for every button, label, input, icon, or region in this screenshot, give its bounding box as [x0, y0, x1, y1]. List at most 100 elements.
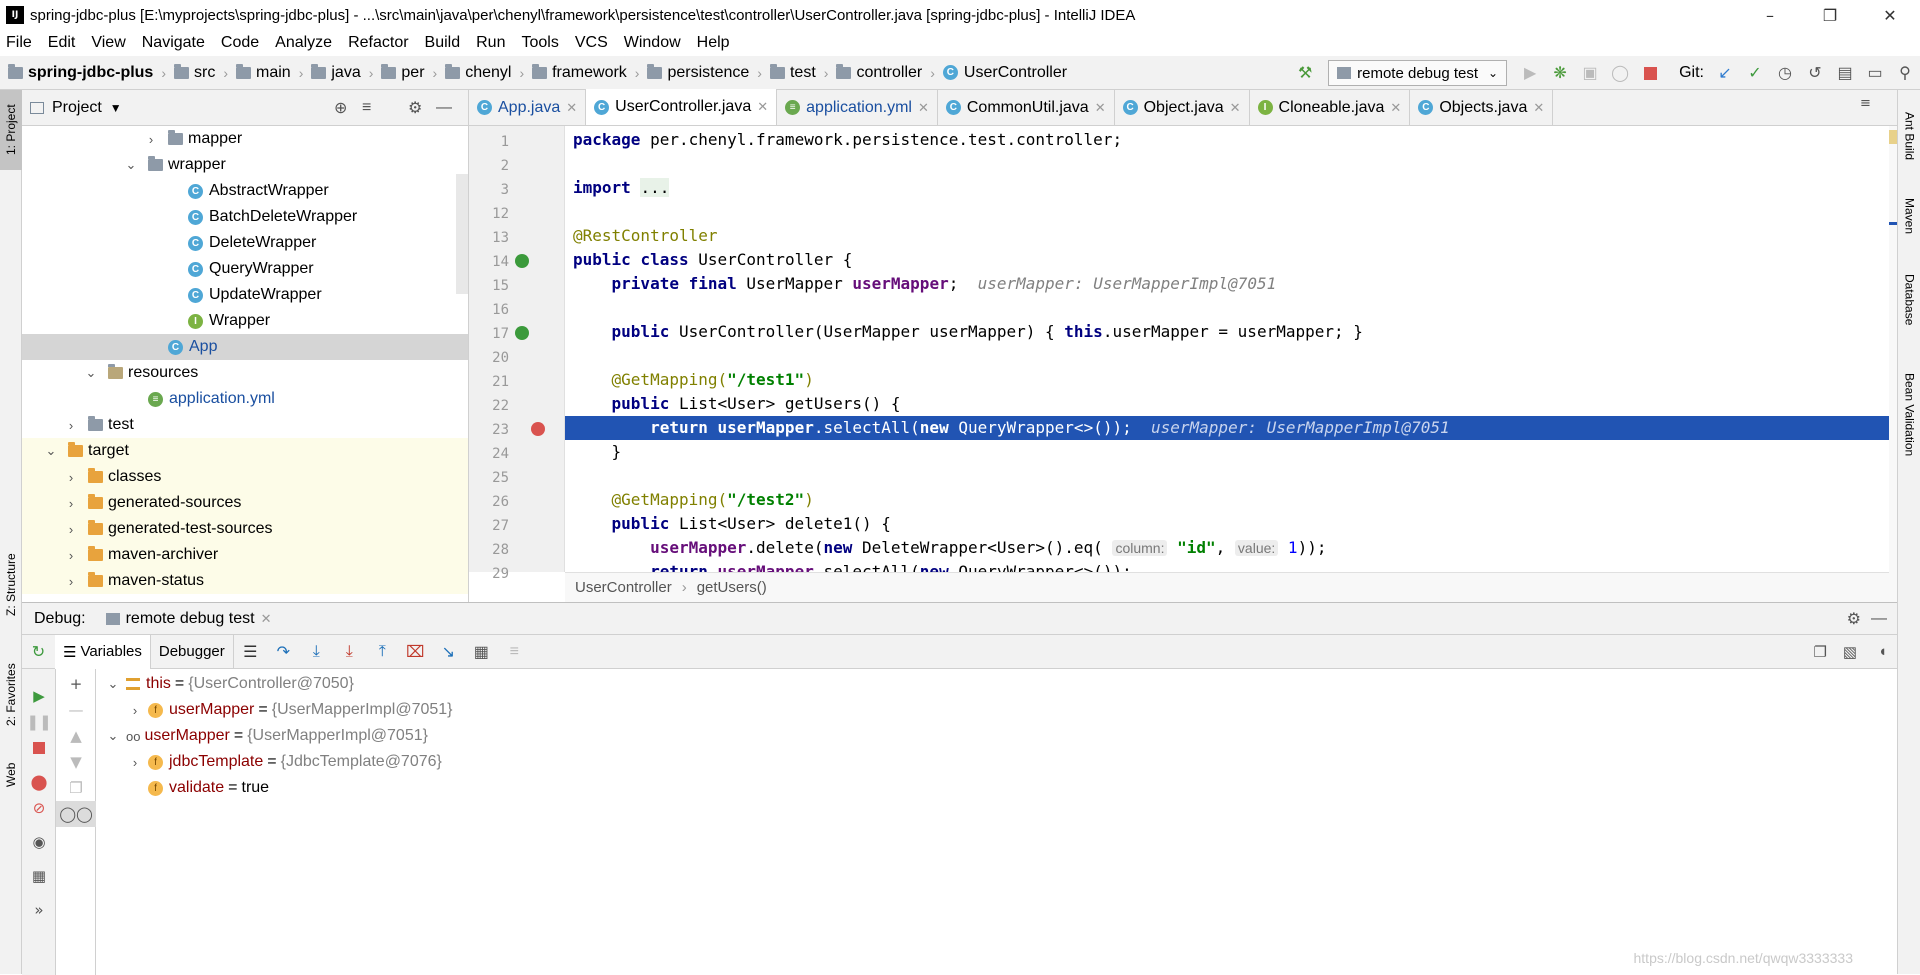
variable-row[interactable]: f validate = true	[128, 775, 269, 801]
tree-item[interactable]: C QueryWrapper	[22, 256, 468, 282]
tree-item[interactable]: I Wrapper	[22, 308, 468, 334]
menu-window[interactable]: Window	[616, 34, 689, 52]
move-up-icon[interactable]: ▲	[56, 723, 96, 749]
run-config-select[interactable]: remote debug test ⌄	[1328, 60, 1508, 86]
minimize-icon[interactable]: –	[1740, 0, 1800, 30]
tree-item[interactable]: C BatchDeleteWrapper	[22, 204, 468, 230]
glasses-icon[interactable]: ◯◯	[56, 801, 96, 827]
close-icon[interactable]: ✕	[918, 100, 929, 116]
stop-icon[interactable]	[22, 735, 56, 761]
drop-frame-icon[interactable]: ⌧	[399, 635, 432, 669]
tool-tab-ant-build[interactable]: Ant Build	[1898, 96, 1920, 176]
pause-icon[interactable]: ❚❚	[22, 709, 56, 735]
impl-icon[interactable]	[515, 326, 529, 340]
chevron-right-icon[interactable]: ›	[64, 496, 78, 511]
copy-icon[interactable]: ❐	[56, 775, 96, 801]
menu-edit[interactable]: Edit	[40, 34, 84, 52]
step-over-icon[interactable]: ↷	[267, 635, 300, 669]
add-watch-icon[interactable]: +	[56, 671, 96, 697]
nav-crumb-controller[interactable]: controller ›	[828, 63, 935, 82]
chevron-right-icon[interactable]: ›	[144, 132, 158, 147]
close-icon[interactable]: ✕	[1860, 0, 1920, 30]
remove-watch-icon[interactable]: —	[56, 697, 96, 723]
run-icon[interactable]: ▶	[1515, 56, 1545, 90]
nav-crumb-per[interactable]: per ›	[373, 63, 437, 82]
chevron-right-icon[interactable]: ›	[128, 703, 142, 718]
editor-tab[interactable]: C Object.java ✕	[1115, 90, 1250, 125]
variable-row[interactable]: › f userMapper = {UserMapperImpl@7051}	[128, 697, 453, 723]
menu-view[interactable]: View	[83, 34, 133, 52]
tree-item[interactable]: C AbstractWrapper	[22, 178, 468, 204]
menu-vcs[interactable]: VCS	[567, 34, 616, 52]
chevron-down-icon[interactable]: ▼	[110, 101, 122, 115]
git-history-icon[interactable]: ◷	[1770, 56, 1800, 90]
nav-crumb-chenyl[interactable]: chenyl ›	[437, 63, 524, 82]
project-view-label[interactable]: Project	[52, 99, 102, 117]
tree-item[interactable]: › mapper	[22, 126, 468, 152]
variable-row[interactable]: ⌄ this = {UserController@7050}	[106, 671, 354, 697]
close-icon[interactable]: ✕	[757, 99, 768, 115]
layout-icon[interactable]: ▦	[22, 863, 56, 889]
tab-variables[interactable]: ☰ Variables	[55, 634, 151, 669]
nav-crumb-src[interactable]: src ›	[166, 63, 228, 82]
editor-tab[interactable]: ≡ application.yml ✕	[777, 90, 938, 125]
nav-crumb-test[interactable]: test ›	[762, 63, 828, 82]
tool-tab-favorites[interactable]: 2: Favorites	[0, 650, 22, 740]
git-rollback-icon[interactable]: ↺	[1800, 56, 1830, 90]
gear-icon[interactable]: ⚙	[408, 90, 422, 126]
chevron-right-icon[interactable]: ›	[128, 755, 142, 770]
presentation-icon[interactable]: ▭	[1860, 56, 1890, 90]
menu-help[interactable]: Help	[689, 34, 738, 52]
chevron-down-icon[interactable]: ⌄	[44, 443, 58, 459]
tree-item[interactable]: C App	[22, 334, 468, 360]
tool-tab-bean-validation[interactable]: Bean Validation	[1898, 350, 1920, 480]
build-hammer-icon[interactable]: ⚒	[1290, 56, 1320, 90]
tool-tab-maven[interactable]: Maven	[1898, 186, 1920, 246]
git-commit-icon[interactable]: ✓	[1740, 56, 1770, 90]
tabs-overflow-icon[interactable]: ≡	[1860, 96, 1871, 111]
chevron-right-icon[interactable]: ›	[64, 470, 78, 485]
close-icon[interactable]: ✕	[1230, 100, 1241, 116]
variable-row[interactable]: › f jdbcTemplate = {JdbcTemplate@7076}	[128, 749, 442, 775]
gear-icon[interactable]: ⚙	[1847, 609, 1861, 629]
tree-item[interactable]: C UpdateWrapper	[22, 282, 468, 308]
breadcrumb-method[interactable]: getUsers()	[697, 579, 767, 596]
chevron-down-icon[interactable]: ⌄	[106, 676, 120, 692]
close-icon[interactable]: ✕	[1095, 100, 1106, 116]
menu-run[interactable]: Run	[468, 34, 513, 52]
show-execution-point-icon[interactable]: ☰	[234, 635, 267, 669]
close-icon[interactable]: ✕	[261, 611, 272, 627]
tool-tab-database[interactable]: Database	[1898, 260, 1920, 340]
debug-icon[interactable]: ❋	[1545, 56, 1575, 90]
warning-marker[interactable]	[1889, 130, 1897, 144]
view-breakpoints-icon[interactable]: ⬤	[22, 769, 56, 795]
tree-item[interactable]: › generated-sources	[22, 490, 468, 516]
editor-tab[interactable]: I Cloneable.java ✕	[1250, 90, 1411, 125]
tree-item[interactable]: › maven-archiver	[22, 542, 468, 568]
nav-crumb-java[interactable]: java ›	[303, 63, 373, 82]
menu-navigate[interactable]: Navigate	[134, 34, 213, 52]
menu-file[interactable]: File	[0, 34, 40, 52]
nav-crumb-main[interactable]: main ›	[228, 63, 303, 82]
tree-item[interactable]: › maven-status	[22, 568, 468, 594]
editor-tab[interactable]: C Objects.java ✕	[1410, 90, 1554, 125]
profile-icon[interactable]: ◯	[1605, 56, 1635, 90]
editor-tab[interactable]: C App.java ✕	[469, 90, 587, 125]
tab-debugger[interactable]: Debugger	[151, 634, 234, 669]
search-icon[interactable]: ⚲	[1890, 56, 1920, 90]
close-icon[interactable]: ✕	[566, 100, 577, 116]
tree-item[interactable]: ⌄ resources	[22, 360, 468, 386]
camera-icon[interactable]: ◉	[22, 829, 56, 855]
resume-icon[interactable]: ▶	[22, 683, 56, 709]
chevron-down-icon[interactable]: ⌄	[124, 157, 138, 173]
close-icon[interactable]: ✕	[1533, 100, 1544, 116]
nav-crumb-persistence[interactable]: persistence ›	[639, 63, 762, 82]
tree-item[interactable]: › generated-test-sources	[22, 516, 468, 542]
debug-session-tab[interactable]: remote debug test ✕	[105, 610, 272, 628]
evaluate-expression-icon[interactable]: ▦	[465, 635, 498, 669]
step-into-icon[interactable]: ⤓	[300, 635, 333, 669]
breakpoint-icon[interactable]	[531, 422, 545, 436]
chevron-right-icon[interactable]: ›	[64, 548, 78, 563]
hide-icon[interactable]: —	[1871, 610, 1887, 628]
menu-build[interactable]: Build	[417, 34, 469, 52]
